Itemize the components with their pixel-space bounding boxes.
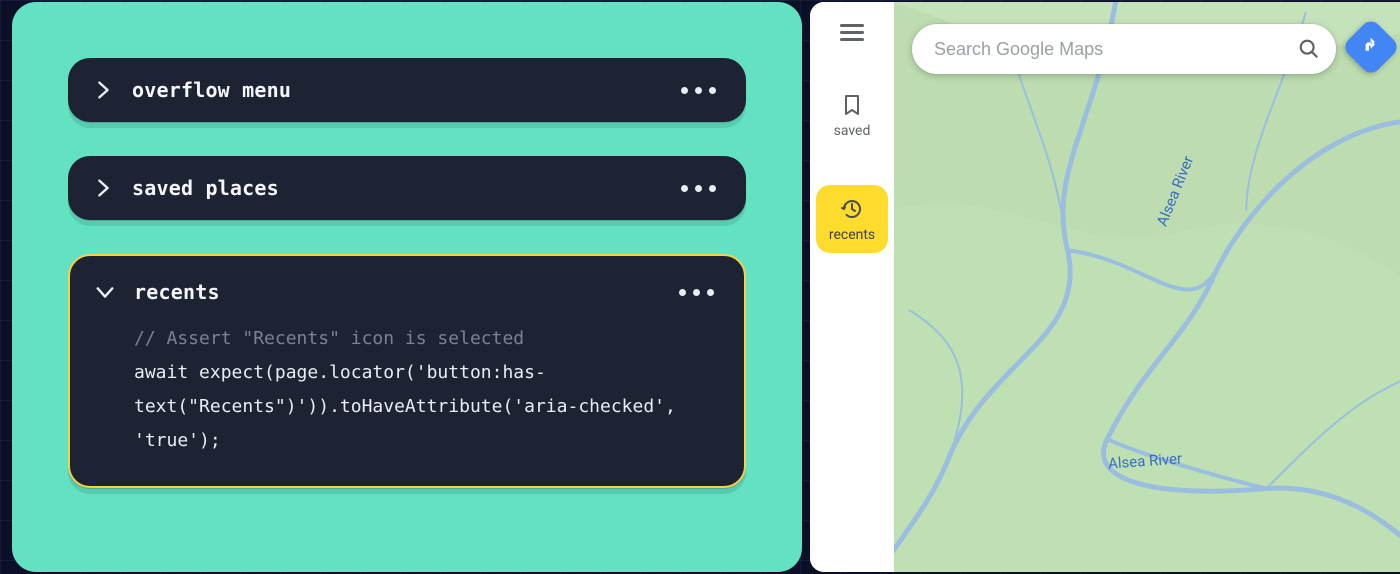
map-canvas[interactable]: Alsea River Alsea River bbox=[894, 2, 1400, 572]
map-app: saved recents bbox=[810, 2, 1400, 572]
chevron-right-icon bbox=[92, 177, 114, 199]
chevron-down-icon bbox=[94, 281, 116, 303]
spec-row-saved-places[interactable]: saved places bbox=[68, 156, 746, 220]
more-icon[interactable] bbox=[681, 87, 716, 94]
spec-row-overflow-menu[interactable]: overflow menu bbox=[68, 58, 746, 122]
history-icon bbox=[840, 197, 864, 221]
hamburger-icon[interactable] bbox=[840, 20, 864, 45]
spec-row-title: recents bbox=[134, 280, 220, 304]
map-terrain-svg bbox=[894, 2, 1400, 572]
spec-row-header: saved places bbox=[92, 176, 716, 200]
spec-row-recents[interactable]: recents // Assert "Recents" icon is sele… bbox=[68, 254, 746, 488]
app-stage: overflow menu saved places recents bbox=[0, 0, 1400, 574]
more-icon[interactable] bbox=[679, 289, 714, 296]
spec-row-title: saved places bbox=[132, 176, 279, 200]
sidebar-item-recents[interactable]: recents bbox=[816, 185, 888, 253]
map-sidebar: saved recents bbox=[810, 2, 894, 572]
spec-panel: overflow menu saved places recents bbox=[12, 2, 802, 572]
search-input[interactable] bbox=[934, 39, 1286, 60]
search-bar[interactable] bbox=[912, 24, 1336, 74]
sidebar-item-label: saved bbox=[834, 123, 871, 139]
sidebar-item-saved[interactable]: saved bbox=[816, 81, 888, 149]
code-body: await expect(page.locator('button:has-te… bbox=[134, 362, 687, 451]
bookmark-icon bbox=[840, 93, 864, 117]
spec-row-header: overflow menu bbox=[92, 78, 716, 102]
code-block: // Assert "Recents" icon is selected awa… bbox=[94, 322, 714, 458]
chevron-right-icon bbox=[92, 79, 114, 101]
more-icon[interactable] bbox=[681, 185, 716, 192]
sidebar-item-label: recents bbox=[829, 227, 875, 243]
spec-row-title: overflow menu bbox=[132, 78, 291, 102]
spec-row-header: recents bbox=[94, 280, 714, 304]
search-icon[interactable] bbox=[1298, 38, 1320, 60]
code-comment: // Assert "Recents" icon is selected bbox=[134, 328, 524, 349]
